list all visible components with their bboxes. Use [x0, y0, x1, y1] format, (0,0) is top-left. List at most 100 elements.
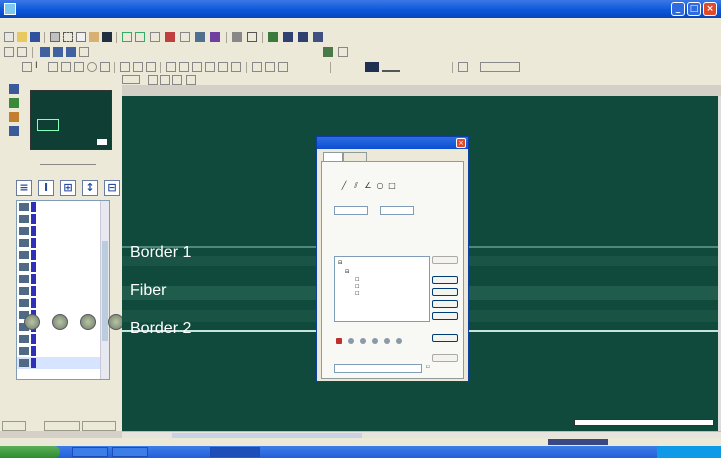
paste-icon[interactable] — [89, 32, 99, 42]
open-folder-icon[interactable] — [17, 32, 27, 42]
measure-field-1[interactable] — [334, 206, 368, 215]
record-icon[interactable] — [165, 32, 175, 42]
polyline-tool-icon[interactable] — [61, 62, 71, 72]
dialog-btn-6[interactable] — [432, 334, 458, 342]
rect-tool-icon[interactable] — [74, 62, 84, 72]
wand-tool-icon[interactable] — [205, 62, 215, 72]
close-button[interactable]: × — [703, 2, 717, 16]
grid-icon[interactable] — [232, 32, 242, 42]
polygon-tool-icon[interactable] — [100, 62, 110, 72]
angle-tool-icon[interactable] — [120, 62, 130, 72]
text-tool-icon[interactable]: I — [35, 62, 45, 72]
arrow-icon[interactable] — [22, 62, 32, 72]
rect-measure-icon[interactable]: □ — [388, 182, 396, 190]
copy-icon[interactable] — [76, 32, 86, 42]
layer-row[interactable] — [17, 249, 109, 261]
dialog-btn-7[interactable] — [432, 354, 458, 362]
feature-icon-4[interactable] — [372, 338, 378, 344]
gallery-tool-icon[interactable] — [9, 112, 19, 122]
layer-row[interactable] — [17, 273, 109, 285]
frame-icon[interactable] — [247, 32, 257, 42]
dialog-tab-1[interactable] — [323, 152, 343, 161]
measure-field-2[interactable] — [380, 206, 414, 215]
maximize-button[interactable]: □ — [687, 2, 701, 16]
left-tab-2[interactable] — [44, 421, 80, 431]
angle-measure-icon[interactable]: ∠ — [364, 182, 372, 190]
view-sort-icon[interactable]: ↕ — [82, 180, 98, 196]
line-tool-icon[interactable] — [48, 62, 58, 72]
nav-tool-icon[interactable] — [9, 84, 19, 94]
feature-icon-5[interactable] — [384, 338, 390, 344]
pointer-icon[interactable] — [4, 47, 14, 57]
analyze-icon[interactable] — [80, 314, 96, 330]
view-list-icon[interactable]: ≡ — [16, 180, 32, 196]
line-measure-icon[interactable]: ╱ — [340, 182, 348, 190]
redo-icon[interactable] — [135, 32, 145, 42]
dialog-btn-5[interactable] — [432, 312, 458, 320]
caliper-tool-icon[interactable] — [133, 62, 143, 72]
select-icon[interactable] — [150, 32, 160, 42]
layer-row[interactable] — [17, 225, 109, 237]
navigator-viewport[interactable] — [37, 119, 59, 131]
measurement-tree[interactable]: ⊟ ⊟ ☐ ☐ ☐ — [334, 256, 430, 322]
zoom-100-icon[interactable] — [160, 75, 170, 85]
dialog-btn-3[interactable] — [432, 288, 458, 296]
save-icon[interactable] — [30, 32, 40, 42]
trace-tool-icon[interactable] — [192, 62, 202, 72]
dialog-btn-1[interactable] — [432, 256, 458, 264]
layer-list-scrollbar[interactable] — [100, 201, 109, 379]
cut-icon[interactable] — [63, 32, 73, 42]
zoom-fit-icon[interactable] — [66, 47, 76, 57]
dialog-checkbox[interactable]: ☐ — [426, 364, 430, 369]
view-select[interactable] — [122, 75, 140, 84]
stack-icon[interactable] — [283, 32, 293, 42]
rotate-icon[interactable] — [79, 47, 89, 57]
minimize-button[interactable]: _ — [671, 2, 685, 16]
export-icon[interactable] — [298, 32, 308, 42]
channel-icon[interactable] — [338, 47, 348, 57]
zoom-out-icon[interactable] — [53, 47, 63, 57]
font-icon[interactable] — [458, 62, 468, 72]
image-icon[interactable] — [102, 32, 112, 42]
layer-tool-icon[interactable] — [9, 98, 19, 108]
help-icon[interactable] — [313, 32, 323, 42]
new-file-icon[interactable] — [4, 32, 14, 42]
fit-icon[interactable] — [148, 75, 158, 85]
color-icon[interactable] — [210, 32, 220, 42]
zoom-select-icon[interactable] — [172, 75, 182, 85]
pan-icon[interactable] — [186, 75, 196, 85]
zoom-icon[interactable] — [180, 32, 190, 42]
circle-measure-icon[interactable]: ○ — [376, 182, 384, 190]
curve-tool-icon[interactable] — [218, 62, 228, 72]
dialog-btn-4[interactable] — [432, 300, 458, 308]
taskbar-item-1[interactable] — [72, 447, 108, 457]
dialog-select-1[interactable] — [334, 364, 422, 373]
distance-tool-icon[interactable] — [252, 62, 262, 72]
layer-row[interactable] — [17, 285, 109, 297]
view-text-icon[interactable]: I — [38, 180, 54, 196]
measure-icon[interactable] — [195, 32, 205, 42]
dialog-title-bar[interactable]: × — [317, 137, 468, 149]
layer-row[interactable] — [17, 357, 109, 369]
layer-row[interactable] — [17, 261, 109, 273]
profile-tool-icon[interactable] — [278, 62, 288, 72]
view-grid-icon[interactable]: ⊞ — [60, 180, 76, 196]
layer-row[interactable] — [17, 333, 109, 345]
undo-icon[interactable] — [122, 32, 132, 42]
taskbar-item-2[interactable] — [112, 447, 148, 457]
fill-tool-icon[interactable] — [166, 62, 176, 72]
print-icon[interactable] — [50, 32, 60, 42]
layer-row[interactable] — [17, 201, 109, 213]
layer-icon[interactable] — [268, 32, 278, 42]
left-tab-3[interactable] — [82, 421, 116, 431]
taskbar-item-active[interactable] — [210, 447, 260, 457]
feature-icon-3[interactable] — [360, 338, 366, 344]
count-tool-icon[interactable] — [146, 62, 156, 72]
tree-node-border1[interactable]: ☐ — [355, 277, 359, 283]
layer-row[interactable] — [17, 345, 109, 357]
tree-node-border2[interactable]: ☐ — [355, 291, 359, 297]
image-layer-list[interactable] — [16, 200, 110, 380]
record-feature-icon[interactable] — [336, 338, 342, 344]
line-color-icon[interactable] — [365, 62, 379, 72]
info-tool-icon[interactable] — [9, 126, 19, 136]
